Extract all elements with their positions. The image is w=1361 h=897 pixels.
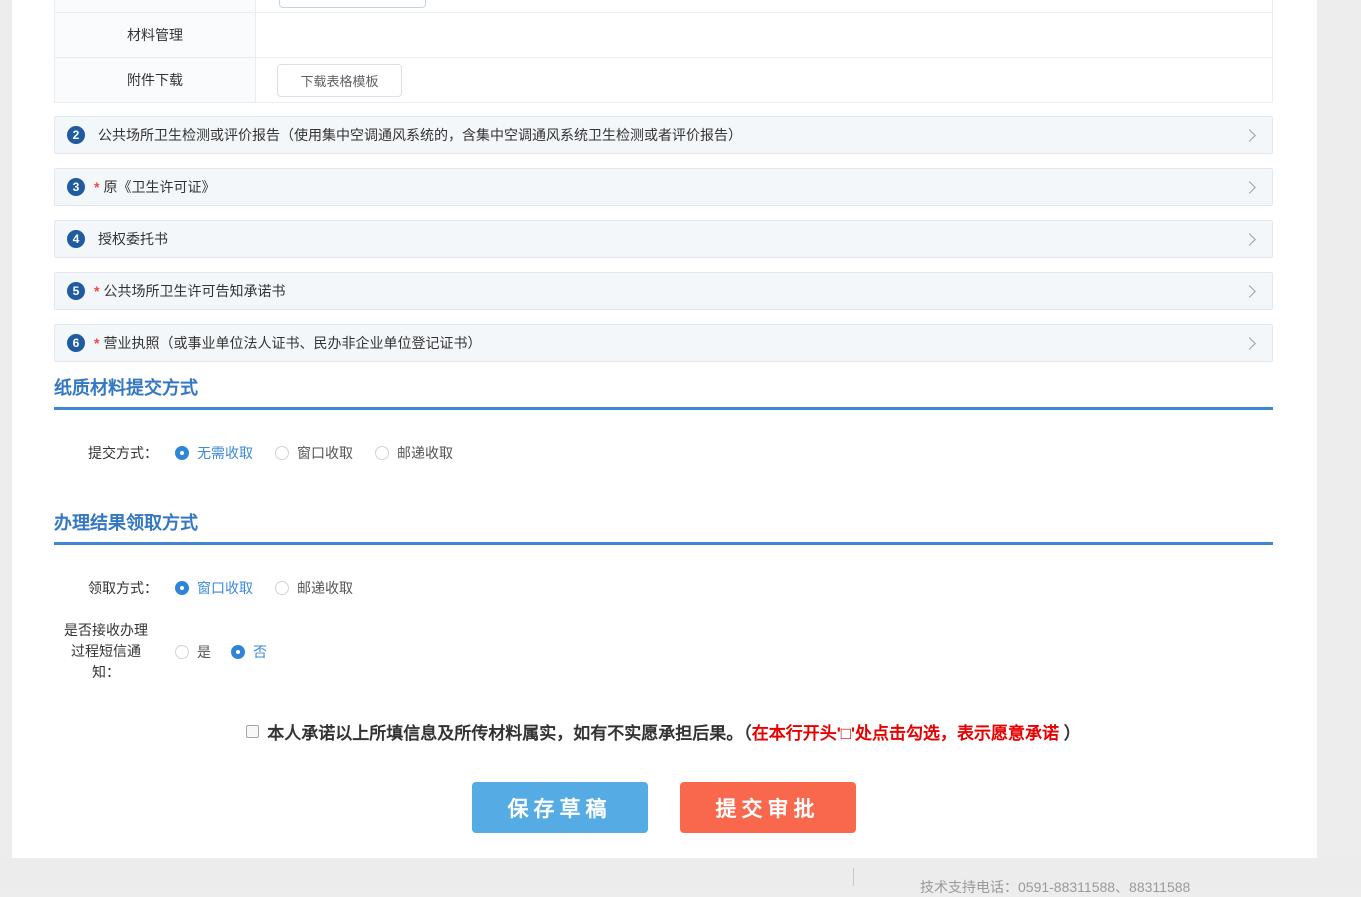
- chevron-right-icon: [1243, 129, 1256, 142]
- radio-option-sms-no[interactable]: 否: [231, 642, 267, 662]
- download-template-button[interactable]: 下载表格模板: [277, 64, 402, 97]
- support-phone-text: 技术支持电话：0591-88311588、88311588: [920, 877, 1190, 897]
- main-panel: 材料管理 附件下载 下载表格模板 2 公共场所卫生检测或评价报告（使用集中空调通…: [12, 0, 1317, 858]
- table-row-partial: [55, 0, 1272, 12]
- commitment-warning-text: 在本行开头'□'处点击勾选，表示愿意承诺: [752, 724, 1059, 743]
- action-buttons: 保存草稿 提交审批: [54, 782, 1273, 833]
- commitment-row: 本人承诺以上所填信息及所传材料属实，如有不实愿承担后果。（在本行开头'□'处点击…: [54, 719, 1273, 744]
- commitment-text: 本人承诺以上所填信息及所传材料属实，如有不实愿承担后果。（在本行开头'□'处点击…: [267, 719, 1081, 744]
- attachment-item-4[interactable]: 4 授权委托书: [54, 220, 1273, 258]
- radio-selected-icon: [175, 446, 189, 460]
- radio-option-window-collection[interactable]: 窗口收取: [275, 443, 353, 463]
- field-label-submission-method: 提交方式：: [54, 443, 158, 463]
- submit-approval-button[interactable]: 提交审批: [680, 782, 856, 833]
- table-row: 材料管理: [55, 12, 1272, 57]
- item-number-badge: 2: [67, 126, 85, 144]
- item-number-badge: 4: [67, 230, 85, 248]
- radio-option-no-collection[interactable]: 无需收取: [175, 443, 253, 463]
- radio-unselected-icon: [275, 446, 289, 460]
- collection-method-row: 领取方式： 窗口收取 邮递收取: [54, 578, 1273, 598]
- section-divider: [54, 407, 1273, 410]
- chevron-right-icon: [1243, 337, 1256, 350]
- radio-option-window-pickup[interactable]: 窗口收取: [175, 578, 253, 598]
- partial-input[interactable]: [279, 0, 426, 8]
- item-number-badge: 3: [67, 178, 85, 196]
- attachment-item-label: 公共场所卫生检测或评价报告（使用集中空调通风系统的，含集中空调通风系统卫生检测或…: [98, 125, 742, 145]
- section-title-paper-submission: 纸质材料提交方式: [54, 378, 1273, 398]
- attachment-item-label: 公共场所卫生许可告知承诺书: [103, 281, 285, 301]
- footer-divider: [853, 868, 854, 886]
- sms-notification-options: 是 否: [175, 642, 287, 662]
- field-label-sms-notification: 是否接收办理 过程短信通 知：: [54, 620, 158, 683]
- chevron-right-icon: [1243, 285, 1256, 298]
- commitment-checkbox[interactable]: [246, 725, 259, 738]
- page-footer: 技术支持电话：0591-88311588、88311588: [0, 858, 1361, 886]
- section-title-result-collection: 办理结果领取方式: [54, 513, 1273, 533]
- radio-option-mail-pickup[interactable]: 邮递收取: [275, 578, 353, 598]
- row-label-material-management: 材料管理: [55, 13, 256, 57]
- row-label-attachment-download: 附件下载: [55, 58, 256, 102]
- sms-notification-row: 是否接收办理 过程短信通 知： 是 否: [54, 620, 1273, 683]
- attachment-item-label: 营业执照（或事业单位法人证书、民办非企业单位登记证书）: [103, 333, 481, 353]
- item-number-badge: 5: [67, 282, 85, 300]
- attachment-item-5[interactable]: 5 * 公共场所卫生许可告知承诺书: [54, 272, 1273, 310]
- submission-method-row: 提交方式： 无需收取 窗口收取 邮递收取: [54, 443, 1273, 463]
- radio-unselected-icon: [275, 581, 289, 595]
- attachment-item-6[interactable]: 6 * 营业执照（或事业单位法人证书、民办非企业单位登记证书）: [54, 324, 1273, 362]
- submission-method-options: 无需收取 窗口收取 邮递收取: [175, 443, 475, 463]
- field-label-collection-method: 领取方式：: [54, 578, 158, 598]
- radio-selected-icon: [231, 645, 245, 659]
- required-mark: *: [94, 335, 99, 351]
- radio-option-sms-yes[interactable]: 是: [175, 642, 211, 662]
- row-label-cell: [55, 0, 256, 12]
- item-number-badge: 6: [67, 334, 85, 352]
- attachment-item-label: 原《卫生许可证》: [103, 177, 215, 197]
- chevron-right-icon: [1243, 233, 1256, 246]
- radio-unselected-icon: [375, 446, 389, 460]
- collection-method-options: 窗口收取 邮递收取: [175, 578, 375, 598]
- required-mark: *: [94, 179, 99, 195]
- chevron-right-icon: [1243, 181, 1256, 194]
- attachment-item-2[interactable]: 2 公共场所卫生检测或评价报告（使用集中空调通风系统的，含集中空调通风系统卫生检…: [54, 116, 1273, 154]
- material-info-table: 材料管理 附件下载 下载表格模板: [54, 0, 1273, 103]
- section-divider: [54, 542, 1273, 545]
- required-mark: *: [94, 283, 99, 299]
- table-row: 附件下载 下载表格模板: [55, 57, 1272, 102]
- attachment-item-3[interactable]: 3 * 原《卫生许可证》: [54, 168, 1273, 206]
- radio-unselected-icon: [175, 645, 189, 659]
- radio-option-mail-collection[interactable]: 邮递收取: [375, 443, 453, 463]
- save-draft-button[interactable]: 保存草稿: [472, 782, 648, 833]
- attachment-item-label: 授权委托书: [98, 229, 168, 249]
- radio-selected-icon: [175, 581, 189, 595]
